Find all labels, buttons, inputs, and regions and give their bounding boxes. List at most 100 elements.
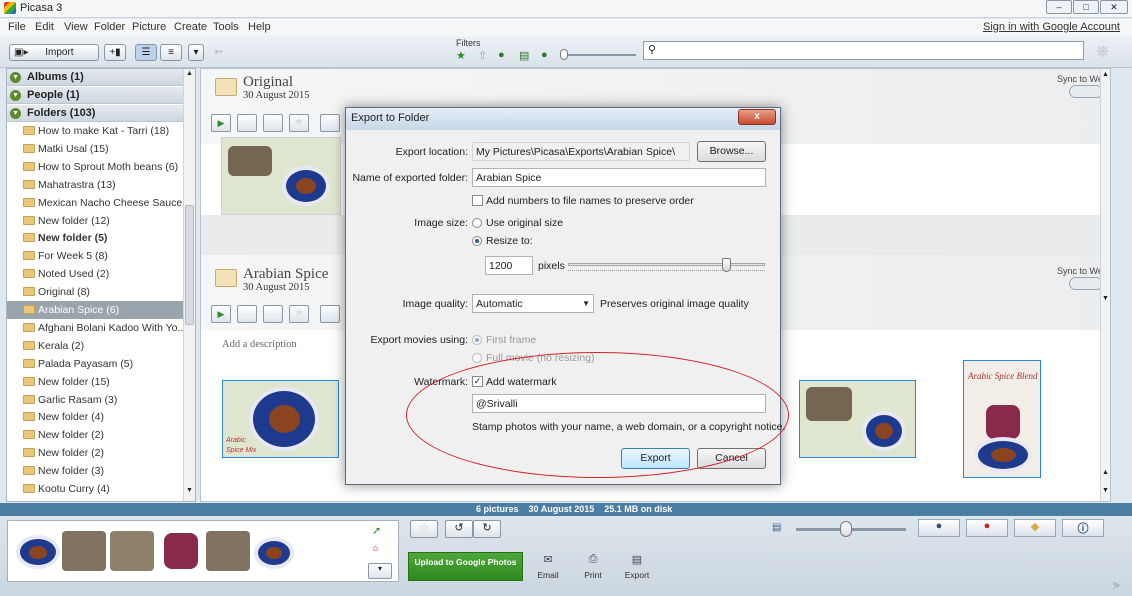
close-window-button[interactable]: ✕ [1100,0,1128,14]
play-slideshow-button[interactable]: ▶ [211,305,231,323]
star-album-button[interactable]: ★ [289,114,309,132]
sidebar-section-albums[interactable]: ▼ Albums (1) [7,69,183,86]
search-input[interactable]: ⚲ [643,41,1084,60]
folder-item[interactable]: For Week 5 (8) [7,247,183,265]
person-filter-icon[interactable]: ● [498,49,505,61]
scroll-up-icon[interactable]: ▲ [185,70,194,82]
upload-filter-icon[interactable]: ⇧ [478,49,487,62]
resize-radio[interactable] [472,236,482,246]
print-label[interactable]: Print [575,570,611,580]
folder-item[interactable]: How to Sprout Moth beans (6) [7,158,183,176]
scroll-down-icon[interactable]: ▼ [185,487,194,499]
menu-create[interactable]: Create [174,21,207,33]
folder-item[interactable]: Arabian Spice (6) [7,301,183,319]
folder-item[interactable]: Mexican Nacho Cheese Sauce... [7,194,183,212]
maximize-button[interactable]: □ [1073,0,1099,14]
folder-item[interactable]: New folder (15) [7,373,183,391]
movie-button[interactable] [263,114,283,132]
sidebar-scrollbar[interactable]: ▲ ▼ [183,69,195,501]
location-filter-icon[interactable]: ● [541,49,548,61]
full-movie-radio[interactable] [472,353,482,363]
view-tree-button[interactable]: ≡ [160,44,182,61]
add-numbers-checkbox[interactable] [472,195,483,206]
size-slider-thumb[interactable] [722,258,731,272]
scroll-up-icon[interactable]: ▲ [1101,71,1110,78]
pixels-input[interactable]: 1200 [485,256,533,275]
sign-in-link[interactable]: Sign in with Google Account [983,21,1120,33]
menu-edit[interactable]: Edit [35,21,54,33]
rotate-right-button[interactable]: ↻ [473,520,501,538]
folder-item[interactable]: New folder (2) [7,444,183,462]
image-quality-select[interactable]: Automatic ▼ [472,294,594,313]
folder-item[interactable]: Noted Used (2) [7,265,183,283]
folder-item[interactable]: New folder (12) [7,212,183,230]
folder-item[interactable]: New folder (4) [7,408,183,426]
star-album-button[interactable]: ★ [289,305,309,323]
folder-item[interactable]: New folder (2) [7,426,183,444]
sync-toggle[interactable] [1069,85,1103,98]
folder-item[interactable]: Kootu Curry (4) [7,480,183,498]
folder-item[interactable]: Afghani Bolani Kadoo With Yo... [7,319,183,337]
menu-help[interactable]: Help [248,21,271,33]
video-filter-icon[interactable]: ▤ [519,49,529,62]
people-button[interactable]: ● [918,519,960,537]
view-list-button[interactable]: ☰ [135,44,157,61]
filter-slider-track[interactable] [566,54,636,56]
minimize-button[interactable]: – [1046,0,1072,14]
sidebar-section-folders[interactable]: ▼ Folders (103) [7,105,183,122]
folder-item[interactable]: How to make Kat - Tarri (18) [7,122,183,140]
tags-button[interactable]: ◆ [1014,519,1056,537]
menu-picture[interactable]: Picture [132,21,166,33]
export-label[interactable]: Export [619,570,655,580]
collage-button[interactable] [237,114,257,132]
scroll-up-icon[interactable]: ▲ [1101,469,1110,476]
upload-album-button[interactable] [320,114,340,132]
movie-button[interactable] [263,305,283,323]
size-slider[interactable] [568,258,765,272]
star-button[interactable]: ☆ [410,520,438,538]
menu-folder[interactable]: Folder [94,21,125,33]
album-description[interactable]: Add a description [222,339,297,350]
add-to-album-button[interactable]: +▮ [104,44,126,61]
upload-album-button[interactable] [320,305,340,323]
tray-thumb[interactable] [62,531,106,571]
scroll-down-icon[interactable]: ▼ [1101,295,1110,302]
tray-thumb[interactable] [110,531,154,571]
email-icon[interactable]: ✉ [533,553,563,566]
folder-item[interactable]: Mahatrastra (13) [7,176,183,194]
tray-menu-button[interactable]: ▾ [368,563,392,579]
tray-thumb[interactable] [164,533,198,569]
resize-grip-icon[interactable]: ⋟ [1112,580,1126,594]
share-icon[interactable]: ➳ [214,45,223,58]
upload-to-google-photos-button[interactable]: Upload to Google Photos [408,552,523,581]
use-original-radio[interactable] [472,218,482,228]
filter-slider-thumb[interactable] [560,49,568,60]
import-button[interactable]: ▣▸ Import [9,44,99,61]
folder-item[interactable]: Palada Payasam (5) [7,355,183,373]
photo-thumbnail[interactable]: Arabic Spice Blend [963,360,1041,478]
menu-file[interactable]: File [8,21,26,33]
sync-toggle[interactable] [1069,277,1103,290]
first-frame-radio[interactable] [472,335,482,345]
photo-thumbnail[interactable] [799,380,916,458]
collage-button[interactable] [237,305,257,323]
export-icon[interactable]: ▤ [622,553,652,566]
menu-view[interactable]: View [64,21,88,33]
email-label[interactable]: Email [530,570,566,580]
play-slideshow-button[interactable]: ▶ [211,114,231,132]
tray-thumb[interactable] [206,531,250,571]
browse-button[interactable]: Browse... [697,141,766,162]
geotag-button[interactable]: ● [966,519,1008,537]
scroll-down-icon[interactable]: ▼ [1101,487,1110,494]
sidebar-scroll-thumb[interactable] [185,205,194,325]
clear-icon[interactable]: ○ [372,543,379,555]
star-filter-icon[interactable]: ★ [456,49,466,62]
folder-item[interactable]: Kerala (2) [7,337,183,355]
print-icon[interactable]: ⎙ [578,553,608,566]
folder-name-input[interactable]: Arabian Spice [472,168,766,187]
folder-item[interactable]: Matki Usal (15) [7,140,183,158]
menu-tools[interactable]: Tools [213,21,239,33]
folder-item[interactable]: New folder (5) [7,229,183,247]
folder-item[interactable]: Garlic Rasam (3) [7,391,183,409]
folder-item[interactable]: New folder (3) [7,462,183,480]
